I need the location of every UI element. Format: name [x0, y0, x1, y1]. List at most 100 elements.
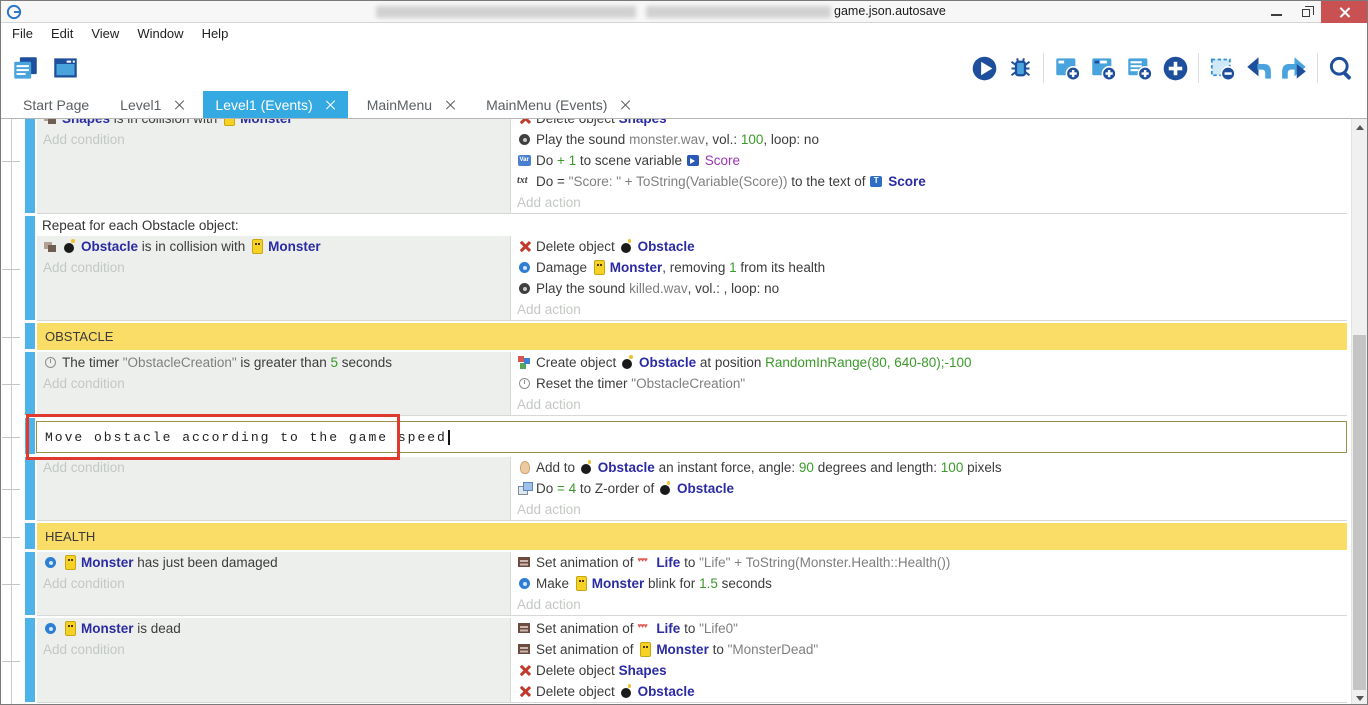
- close-button[interactable]: [1321, 1, 1367, 23]
- delete-event-icon: [1209, 55, 1236, 82]
- title-bar: game.json.autosave: [1, 1, 1367, 23]
- action-line[interactable]: Set animation of Life to "Life0": [511, 618, 1347, 639]
- tab-level1[interactable]: Level1: [108, 91, 196, 118]
- group-banner[interactable]: OBSTACLE: [37, 323, 1347, 350]
- add-action-button[interactable]: Add action: [511, 594, 1347, 615]
- tab-level1-events-[interactable]: Level1 (Events): [203, 91, 347, 118]
- restore-button[interactable]: [1291, 1, 1321, 23]
- event-selection-bar[interactable]: [25, 618, 35, 702]
- project-manager-button[interactable]: [7, 49, 43, 87]
- text-segment: + 1: [557, 153, 576, 168]
- play-button[interactable]: [966, 49, 1002, 87]
- action-line[interactable]: Delete object Obstacle: [511, 681, 1347, 702]
- add-comment-icon: [1126, 55, 1153, 82]
- action-line[interactable]: Delete object Shapes: [511, 660, 1347, 681]
- txt-icon: [517, 174, 533, 189]
- action-line[interactable]: Reset the timer "ObstacleCreation": [511, 373, 1347, 394]
- action-line[interactable]: Create object Obstacle at position Rando…: [511, 352, 1347, 373]
- action-line[interactable]: Play the sound monster.wav, vol.: 100, l…: [511, 129, 1347, 150]
- tab-start-page[interactable]: Start Page: [11, 91, 101, 118]
- delete-event-button[interactable]: [1204, 49, 1240, 87]
- event-header[interactable]: Repeat for each Obstacle object:: [37, 216, 1347, 236]
- add-new-event-button[interactable]: [1157, 49, 1193, 87]
- tab-close-icon[interactable]: [445, 100, 455, 110]
- condition-line[interactable]: Obstacle is in collision with Monster: [37, 236, 510, 257]
- menu-item-help[interactable]: Help: [193, 23, 238, 45]
- add-comment-button[interactable]: [1121, 49, 1157, 87]
- action-line[interactable]: Delete object Obstacle: [511, 236, 1347, 257]
- menu-item-view[interactable]: View: [82, 23, 128, 45]
- action-line[interactable]: Damage Monster, removing 1 from its heal…: [511, 257, 1347, 278]
- event-selection-bar[interactable]: [25, 216, 35, 320]
- event-selection-bar[interactable]: [25, 118, 35, 213]
- redo-button[interactable]: [1276, 49, 1312, 87]
- event-selection-bar[interactable]: [25, 352, 35, 415]
- scrollbar-thumb[interactable]: [1353, 335, 1366, 690]
- scroll-up-button[interactable]: [1352, 119, 1367, 135]
- project-manager-icon: [12, 55, 39, 82]
- event-selection-bar[interactable]: [25, 523, 35, 549]
- add-action-button[interactable]: Add action: [511, 394, 1347, 415]
- action-line[interactable]: Do = "Score: " + ToString(Variable(Score…: [511, 171, 1347, 192]
- search-button[interactable]: [1323, 49, 1359, 87]
- textobj-icon: [869, 174, 885, 189]
- monster-icon: [591, 260, 607, 275]
- minimize-button[interactable]: [1261, 1, 1291, 23]
- scene-window-button[interactable]: [47, 49, 83, 87]
- text-segment: Delete object: [536, 239, 619, 254]
- vertical-scrollbar[interactable]: [1351, 119, 1367, 705]
- action-line[interactable]: Add to Obstacle an instant force, angle:…: [511, 457, 1347, 478]
- monster-icon: [573, 576, 589, 591]
- redacted-title-segment: [376, 6, 636, 18]
- scroll-down-button[interactable]: [1352, 690, 1367, 705]
- tab-close-icon[interactable]: [620, 100, 630, 110]
- add-action-button[interactable]: Add action: [511, 299, 1347, 320]
- tab-close-icon[interactable]: [326, 100, 336, 110]
- add-condition-button[interactable]: Add condition: [37, 573, 510, 594]
- add-new-event-icon: [1162, 55, 1189, 82]
- action-line[interactable]: Set animation of Monster to "MonsterDead…: [511, 639, 1347, 660]
- group-banner-row: OBSTACLE: [1, 323, 1351, 350]
- action-line[interactable]: Delete object Shapes: [511, 118, 1347, 129]
- text-segment: Monster: [268, 239, 321, 254]
- condition-line[interactable]: The timer "ObstacleCreation" is greater …: [37, 352, 510, 373]
- undo-button[interactable]: [1240, 49, 1276, 87]
- text-segment: Shapes: [62, 118, 110, 126]
- action-line[interactable]: Play the sound killed.wav, vol.: , loop:…: [511, 278, 1347, 299]
- event-selection-bar[interactable]: [25, 552, 35, 615]
- create-icon: [517, 355, 533, 370]
- add-condition-button[interactable]: Add condition: [37, 257, 510, 278]
- action-line[interactable]: Do + 1 to scene variable Score: [511, 150, 1347, 171]
- text-segment: Obstacle: [81, 239, 138, 254]
- tab-close-icon[interactable]: [174, 100, 184, 110]
- tab-mainmenu-events-[interactable]: MainMenu (Events): [474, 91, 642, 118]
- add-condition-button[interactable]: Add condition: [37, 129, 510, 150]
- add-condition-button[interactable]: Add condition: [37, 373, 510, 394]
- add-subevent-button[interactable]: [1085, 49, 1121, 87]
- action-line[interactable]: Do = 4 to Z-order of Obstacle: [511, 478, 1347, 499]
- actions-column: Delete object ObstacleDamage Monster, re…: [511, 236, 1347, 320]
- condition-line[interactable]: Monster has just been damaged: [37, 552, 510, 573]
- add-action-button[interactable]: Add action: [511, 499, 1347, 520]
- menu-item-window[interactable]: Window: [128, 23, 192, 45]
- tab-mainmenu[interactable]: MainMenu: [355, 91, 467, 118]
- toolbar-separator: [1198, 53, 1199, 83]
- menu-item-edit[interactable]: Edit: [42, 23, 82, 45]
- action-line[interactable]: Set animation of Life to "Life" + ToStri…: [511, 552, 1347, 573]
- zorder-icon: [517, 481, 533, 496]
- group-banner[interactable]: HEALTH: [37, 523, 1347, 550]
- debug-button[interactable]: [1002, 49, 1038, 87]
- text-segment: 100: [941, 460, 964, 475]
- add-event-button[interactable]: [1049, 49, 1085, 87]
- event-selection-bar[interactable]: [25, 323, 35, 349]
- condition-line[interactable]: Shapes is in collision with Monster: [37, 118, 510, 129]
- add-condition-button[interactable]: Add condition: [37, 639, 510, 660]
- variable-icon: [517, 153, 533, 168]
- action-line[interactable]: Make Monster blink for 1.5 seconds: [511, 573, 1347, 594]
- menu-item-file[interactable]: File: [3, 23, 42, 45]
- condition-line[interactable]: Monster is dead: [37, 618, 510, 639]
- add-condition-button[interactable]: Add condition: [37, 457, 510, 478]
- event-selection-bar[interactable]: [25, 457, 35, 520]
- add-action-button[interactable]: Add action: [511, 192, 1347, 213]
- event-row: Add conditionAdd to Obstacle an instant …: [1, 457, 1351, 521]
